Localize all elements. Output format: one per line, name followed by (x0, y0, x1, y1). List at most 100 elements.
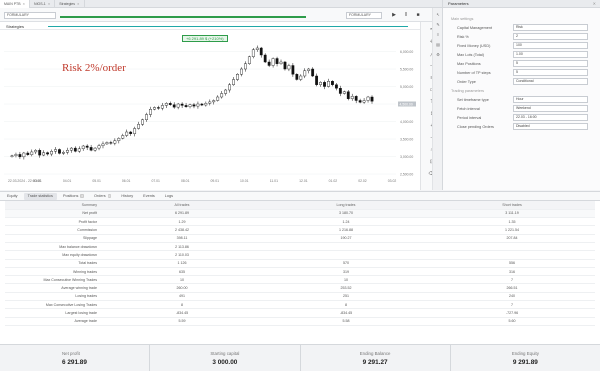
param-row: Period interval 22.03 - 16:00 (443, 113, 600, 122)
stat-value: 190.27 (263, 234, 429, 244)
stat-value: -834.45 (263, 308, 429, 318)
stop-icon[interactable]: ■ (414, 11, 422, 19)
candle-body (85, 145, 89, 148)
param-input[interactable]: 1.00 (513, 51, 588, 58)
stat-label: Max Consecutive Losing Trades (5, 300, 101, 310)
results-tab[interactable]: Equity (3, 193, 22, 200)
candle-body (192, 104, 196, 107)
candle-body (133, 128, 137, 134)
param-input[interactable]: Conditional (513, 78, 588, 85)
param-row: Number of TP steps 5 (443, 68, 600, 77)
param-input[interactable]: Weekend (513, 105, 588, 112)
table-row: Max balance drawdown 2 113.86 (5, 242, 595, 252)
candle-body (354, 96, 358, 101)
panel-rail: ↖ ✎ ≡ ▤ ⚙ (432, 8, 442, 190)
card-label: Ending Balance (359, 351, 391, 356)
settings-icon[interactable]: ⚙ (435, 52, 441, 58)
param-row: Fetch interval Weekend (443, 104, 600, 113)
close-icon[interactable]: ✕ (77, 2, 80, 6)
results-tab-label: Positions (62, 194, 79, 198)
y-tick-label: 6,000.00 (400, 50, 413, 54)
candle-body (22, 152, 26, 158)
table-row: Max Consecutive Winning Trades 10 10 7 (5, 275, 595, 285)
table-row: Net profit 6 291.89 3 180.70 3 111.19 (5, 209, 595, 219)
param-label: Max Lots (Total) (457, 52, 485, 57)
candle-body (358, 100, 362, 103)
pause-icon[interactable]: ‖ (402, 11, 410, 19)
results-tab[interactable]: Logs (161, 193, 177, 200)
table-row: Commission 2 438.42 1 216.88 1 221.54 (5, 225, 595, 235)
price-chart[interactable]: 6,000.00 5,500.00 5,000.00 4,500.00 4,000.00… (0, 22, 420, 190)
param-row: Order Type Conditional (443, 77, 600, 86)
results-tab[interactable]: Orders 0 (90, 193, 115, 200)
candle-body (180, 103, 184, 106)
close-icon[interactable]: ✕ (23, 2, 26, 6)
tab-strategies[interactable]: Strategies ✕ (55, 0, 85, 8)
param-label: Max Positions (457, 61, 481, 66)
param-input[interactable]: Risk (513, 24, 588, 31)
candle-body (319, 82, 322, 85)
x-tick-label: 08.01 (181, 179, 190, 183)
column-header[interactable]: Short trades (429, 201, 595, 210)
chart-area[interactable]: Strategies 6,000.005,500.005,000.004,500… (0, 22, 420, 190)
candle-body (287, 65, 291, 70)
close-icon[interactable]: ✕ (593, 1, 596, 6)
param-row: Set timeframe type Hour (443, 95, 600, 104)
stat-value: 7 (429, 275, 595, 285)
x-tick-label: 12.01 (299, 179, 308, 183)
results-tab[interactable]: Positions 0 (59, 193, 88, 200)
stat-label: Average trade (5, 317, 101, 326)
results-tab[interactable]: Events (139, 193, 159, 200)
candle-body (121, 135, 125, 139)
candle-body (370, 96, 374, 102)
param-input[interactable]: Disabled (513, 123, 588, 130)
param-label: Order Type (457, 79, 476, 84)
param-input[interactable]: 2 (513, 33, 588, 40)
stats-table: Summary All trades Long trades Short trades… (5, 201, 595, 326)
candle-body (109, 142, 113, 144)
results-tab[interactable]: Trade statistics (23, 192, 57, 200)
y-tick-label: 2,500.00 (400, 172, 413, 176)
stat-value: 2 113.86 (101, 242, 263, 252)
param-input[interactable]: Hour (513, 96, 588, 103)
param-input[interactable]: 5 (513, 69, 588, 76)
param-input[interactable]: 100 (513, 42, 588, 49)
tab-nios[interactable]: NIOS-1 ✕ (30, 0, 56, 8)
card-ending-equity: Ending Equity 9 291.89 (450, 345, 600, 371)
stat-label: Average winning trade (5, 283, 101, 293)
column-header[interactable]: All trades (101, 201, 263, 210)
candle-body (164, 103, 168, 106)
candle-body (200, 103, 204, 106)
param-input[interactable]: 5 (513, 60, 588, 67)
pencil-icon[interactable]: ✎ (435, 22, 441, 28)
param-label: Period interval (457, 115, 482, 120)
param-label: Set timeframe type (457, 97, 489, 102)
candle-body (212, 100, 216, 103)
column-header[interactable]: Summary (5, 201, 101, 210)
strategy-select[interactable]: FORMULARY (4, 11, 56, 19)
cursor-icon[interactable]: ↖ (435, 12, 441, 18)
candle-body (283, 61, 287, 70)
candle-body (366, 96, 370, 101)
close-icon[interactable]: ✕ (48, 2, 51, 6)
results-tab-label: Logs (164, 194, 173, 198)
column-header[interactable]: Long trades (263, 201, 429, 210)
x-tick-label: 01.02 (329, 179, 338, 183)
stat-value: 3 111.19 (429, 209, 595, 219)
candle-body (267, 61, 271, 66)
candle-body (295, 74, 299, 80)
symbol-select[interactable]: FORMULARY (346, 11, 382, 19)
candle-body (315, 75, 319, 85)
param-input[interactable]: 22.03 - 16:00 (513, 114, 588, 121)
candle-body (362, 100, 366, 103)
candle-body (216, 96, 220, 101)
tab-main[interactable]: MAIN PTB ✕ (0, 0, 31, 8)
results-tab[interactable]: History (117, 193, 137, 200)
stat-value (429, 250, 595, 260)
list-icon[interactable]: ≡ (435, 32, 441, 38)
parameters-header: Parameters ✕ (443, 0, 600, 8)
chart-icon[interactable]: ▤ (435, 42, 441, 48)
play-icon[interactable]: ▶ (390, 11, 398, 19)
candle-body (38, 149, 42, 156)
candle-body (18, 154, 22, 158)
